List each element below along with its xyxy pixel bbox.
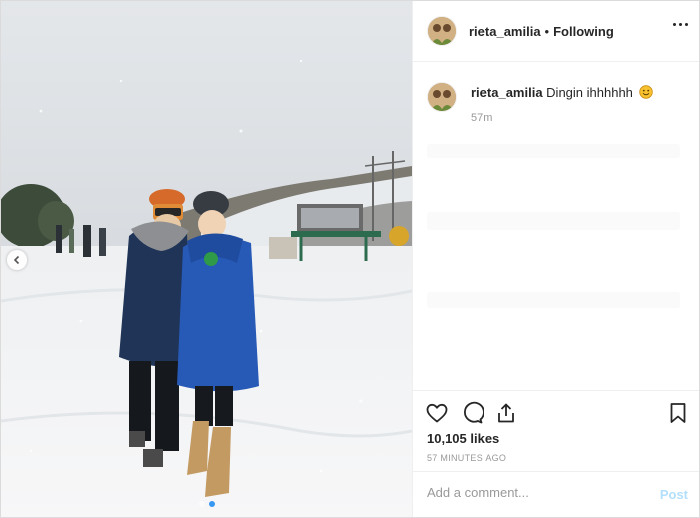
avatar[interactable] bbox=[427, 82, 457, 112]
snow-scene-image bbox=[1, 1, 412, 517]
caption-body: rieta_amilia Dingin ihhhhhh 57m bbox=[471, 80, 653, 124]
comments-section: rieta_amilia Dingin ihhhhhh 57m bbox=[413, 62, 699, 388]
post-actions: 10,105 likes 57 minutes ago bbox=[413, 390, 699, 471]
post-timestamp[interactable]: 57 minutes ago bbox=[427, 453, 506, 463]
comment-input[interactable] bbox=[427, 485, 647, 500]
smiling-face-icon bbox=[638, 85, 653, 99]
post-photo[interactable] bbox=[1, 1, 412, 517]
carousel-prev-button[interactable] bbox=[7, 250, 27, 270]
caption: rieta_amilia Dingin ihhhhhh 57m bbox=[427, 80, 653, 124]
carousel-indicator bbox=[1, 501, 412, 507]
profile-picture bbox=[428, 17, 456, 45]
more-options-icon[interactable] bbox=[673, 23, 688, 26]
bookmark-icon[interactable] bbox=[666, 401, 690, 425]
post-comment-button[interactable]: Post bbox=[660, 487, 688, 502]
chevron-left-icon bbox=[13, 255, 20, 265]
separator-dot: • bbox=[544, 23, 550, 39]
carousel-dot bbox=[198, 501, 205, 507]
likes-count[interactable]: 10,105 likes bbox=[427, 431, 499, 446]
instagram-post-modal: rieta_amilia • Following rieta_amilia Di… bbox=[0, 0, 700, 518]
avatar[interactable] bbox=[427, 16, 457, 46]
post-header: rieta_amilia • Following bbox=[413, 1, 699, 62]
caption-username[interactable]: rieta_amilia bbox=[471, 85, 543, 100]
faded-comment bbox=[427, 292, 680, 308]
profile-picture bbox=[428, 83, 456, 111]
comment-bubble-icon[interactable] bbox=[460, 401, 484, 425]
carousel-dot-active bbox=[208, 501, 215, 507]
following-button[interactable]: Following bbox=[553, 24, 614, 39]
share-icon[interactable] bbox=[494, 401, 518, 425]
heart-icon[interactable] bbox=[425, 401, 449, 425]
username-link[interactable]: rieta_amilia bbox=[469, 24, 541, 39]
caption-time[interactable]: 57m bbox=[471, 112, 653, 124]
faded-comment bbox=[427, 144, 680, 158]
caption-line: rieta_amilia Dingin ihhhhhh bbox=[471, 84, 653, 102]
post-details-panel: rieta_amilia • Following rieta_amilia Di… bbox=[412, 1, 699, 517]
add-comment-bar: Post bbox=[413, 471, 699, 517]
faded-comment bbox=[427, 212, 680, 230]
caption-text: Dingin ihhhhhh bbox=[546, 85, 633, 100]
